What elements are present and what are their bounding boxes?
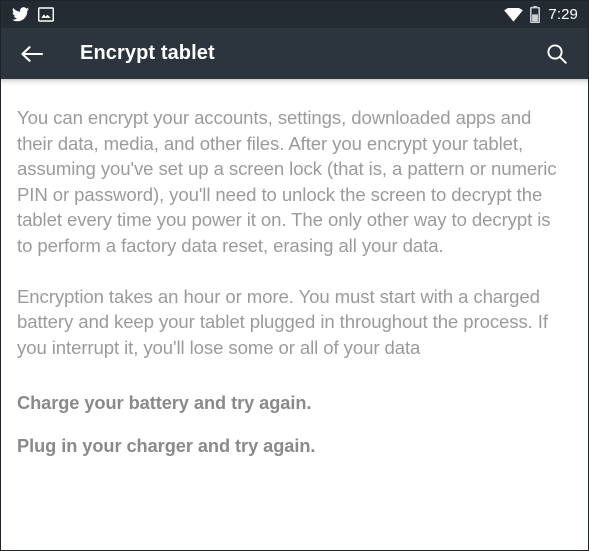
status-bar-clock: 7:29 — [548, 5, 578, 23]
charge-battery-warning: Charge your battery and try again. — [17, 393, 312, 414]
status-bar-notification-icons — [12, 7, 54, 22]
app-bar-shadow — [1, 79, 588, 87]
tablet-screen: 7:29 Encrypt tablet You can encrypt your… — [0, 0, 589, 551]
page-title: Encrypt tablet — [80, 42, 215, 64]
plug-in-charger-warning: Plug in your charger and try again. — [17, 436, 316, 457]
arrow-left-icon — [21, 45, 44, 62]
encryption-description-paragraph: You can encrypt your accounts, settings,… — [17, 107, 557, 256]
image-icon — [38, 7, 54, 22]
back-button[interactable] — [15, 37, 49, 71]
status-bar-system-icons: 7:29 — [504, 6, 578, 23]
app-bar: Encrypt tablet — [1, 28, 588, 79]
search-button[interactable] — [540, 37, 574, 71]
status-bar: 7:29 — [1, 1, 588, 28]
encryption-duration-paragraph: Encryption takes an hour or more. You mu… — [17, 285, 548, 358]
twitter-icon — [12, 7, 29, 22]
search-icon — [547, 43, 567, 64]
battery-icon — [530, 6, 541, 23]
encryption-info-content: You can encrypt your accounts, settings,… — [1, 87, 588, 459]
wifi-icon — [504, 7, 524, 22]
